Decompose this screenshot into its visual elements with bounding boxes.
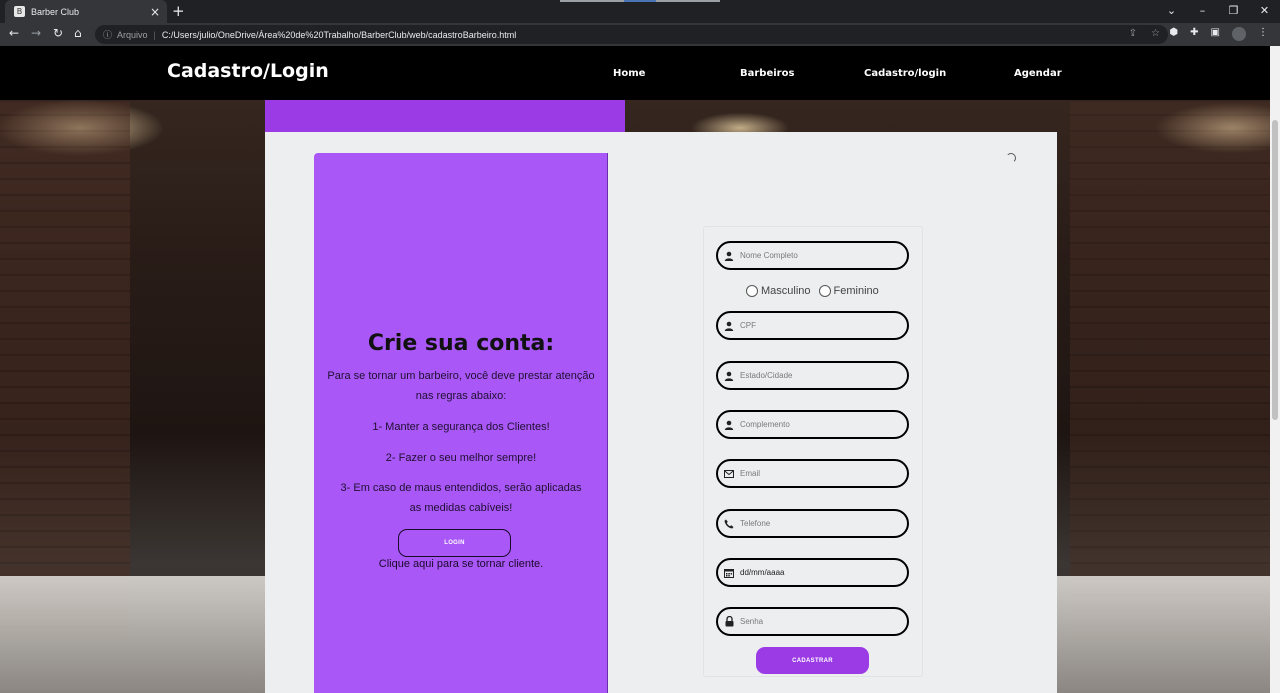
extensions-area: ⬢ ✚ ▣ ⋮: [1169, 27, 1268, 41]
feminino-label: Feminino: [833, 285, 879, 297]
info-card: Crie sua conta: Para se tornar um barbei…: [314, 153, 608, 693]
info-icon[interactable]: ⓘ: [103, 28, 112, 41]
email-field[interactable]: [716, 459, 909, 488]
gender-radio-group: Masculino Feminino: [746, 285, 887, 297]
feminino-radio[interactable]: [818, 285, 831, 297]
background-wall-left: [0, 102, 130, 642]
user-icon: [723, 419, 735, 431]
phone-icon: [723, 518, 735, 530]
back-icon[interactable]: ←: [9, 26, 19, 40]
browser-tab[interactable]: B Barber Club ×: [5, 0, 167, 23]
chevron-down-icon[interactable]: ⌄: [1156, 0, 1187, 23]
login-button[interactable]: LOGIN: [398, 529, 511, 557]
telefone-input[interactable]: [740, 519, 890, 528]
background-counter-right: [1057, 576, 1270, 693]
user-icon: [723, 250, 735, 262]
scrollbar-thumb[interactable]: [1272, 120, 1278, 420]
senha-input[interactable]: [740, 617, 890, 626]
url-separator: |: [153, 29, 156, 40]
share-icon[interactable]: ⇪: [1129, 28, 1137, 39]
extension-icon[interactable]: ⬢: [1169, 27, 1178, 41]
lock-icon: [723, 616, 735, 628]
page-scrollbar[interactable]: [1270, 46, 1280, 693]
complemento-input[interactable]: [740, 420, 890, 429]
sidepanel-icon[interactable]: ▣: [1211, 27, 1220, 41]
close-tab-icon[interactable]: ×: [147, 5, 163, 19]
site-header: Cadastro/Login Home Barbeiros Cadastro/l…: [0, 46, 1270, 100]
envelope-icon: [723, 468, 735, 480]
page-viewport: Cadastro/Login Home Barbeiros Cadastro/l…: [0, 46, 1270, 693]
signup-panel: Crie sua conta: Para se tornar um barbei…: [265, 132, 1057, 693]
estado-cidade-field[interactable]: [716, 361, 909, 390]
estado-cidade-input[interactable]: [740, 371, 890, 380]
minimize-icon[interactable]: –: [1187, 0, 1218, 23]
reload-icon[interactable]: ↻: [53, 26, 63, 40]
profile-avatar[interactable]: [1232, 27, 1246, 41]
card-rule-1: 1- Manter a segurança dos Clientes!: [372, 421, 550, 433]
address-bar[interactable]: ⓘ Arquivo | C:/Users/julio/OneDrive/Área…: [95, 25, 1168, 44]
puzzle-icon[interactable]: ✚: [1190, 27, 1198, 41]
url-scheme-label: Arquivo: [117, 29, 148, 40]
bookmark-star-icon[interactable]: ☆: [1151, 28, 1160, 39]
forward-icon[interactable]: →: [31, 26, 41, 40]
tab-strip-indicator-active: [624, 0, 656, 2]
nav-cadastro-login[interactable]: Cadastro/login: [864, 68, 946, 79]
url-text[interactable]: C:/Users/julio/OneDrive/Área%20de%20Trab…: [162, 30, 516, 40]
birth-date-value[interactable]: dd/mm/aaaa: [740, 568, 784, 577]
email-input[interactable]: [740, 469, 890, 478]
signup-form: Masculino Feminino: [703, 226, 923, 677]
card-rule-2: 2- Fazer o seu melhor sempre!: [385, 452, 537, 464]
masculino-label: Masculino: [761, 285, 811, 297]
favicon-icon: B: [14, 6, 25, 17]
cpf-input[interactable]: [740, 321, 890, 330]
cadastrar-button[interactable]: CADASTRAR: [756, 647, 869, 674]
nav-agendar[interactable]: Agendar: [1014, 68, 1062, 79]
user-icon: [723, 320, 735, 332]
calendar-icon: [723, 567, 735, 579]
birth-date-field[interactable]: dd/mm/aaaa: [716, 558, 909, 587]
home-icon[interactable]: ⌂: [74, 26, 82, 40]
senha-field[interactable]: [716, 607, 909, 636]
nome-field[interactable]: [716, 241, 909, 270]
browser-toolbar: ← → ↻ ⌂ ⓘ Arquivo | C:/Users/julio/OneDr…: [0, 23, 1280, 46]
menu-dots-icon[interactable]: ⋮: [1258, 27, 1268, 41]
cpf-field[interactable]: [716, 311, 909, 340]
card-rule-3: 3- Em caso de maus entendidos, serão apl…: [340, 482, 582, 514]
background-counter-left: [0, 576, 265, 693]
purple-header-strip: [265, 100, 625, 132]
tab-title: Barber Club: [31, 6, 80, 17]
new-tab-icon[interactable]: +: [172, 2, 185, 20]
nav-home[interactable]: Home: [613, 68, 645, 79]
masculino-radio[interactable]: [746, 285, 758, 297]
restore-icon[interactable]: ❐: [1218, 0, 1249, 23]
complemento-field[interactable]: [716, 410, 909, 439]
loading-spinner-icon: [1006, 153, 1016, 163]
telefone-field[interactable]: [716, 509, 909, 538]
close-window-icon[interactable]: ✕: [1249, 0, 1280, 23]
omnibox-actions: ⇪ ☆: [1129, 28, 1160, 39]
become-client-link[interactable]: Clique aqui para se tornar cliente.: [314, 558, 608, 570]
card-intro: Para se tornar um barbeiro, você deve pr…: [327, 370, 595, 402]
user-icon: [723, 370, 735, 382]
nome-input[interactable]: [740, 251, 890, 260]
card-title: Crie sua conta:: [367, 331, 555, 356]
browser-tab-bar: B Barber Club × + ⌄ – ❐ ✕: [0, 0, 1280, 23]
site-title: Cadastro/Login: [167, 60, 329, 82]
nav-barbeiros[interactable]: Barbeiros: [740, 68, 794, 79]
window-controls: ⌄ – ❐ ✕: [1156, 0, 1280, 23]
background-wall-right: [1070, 102, 1270, 642]
